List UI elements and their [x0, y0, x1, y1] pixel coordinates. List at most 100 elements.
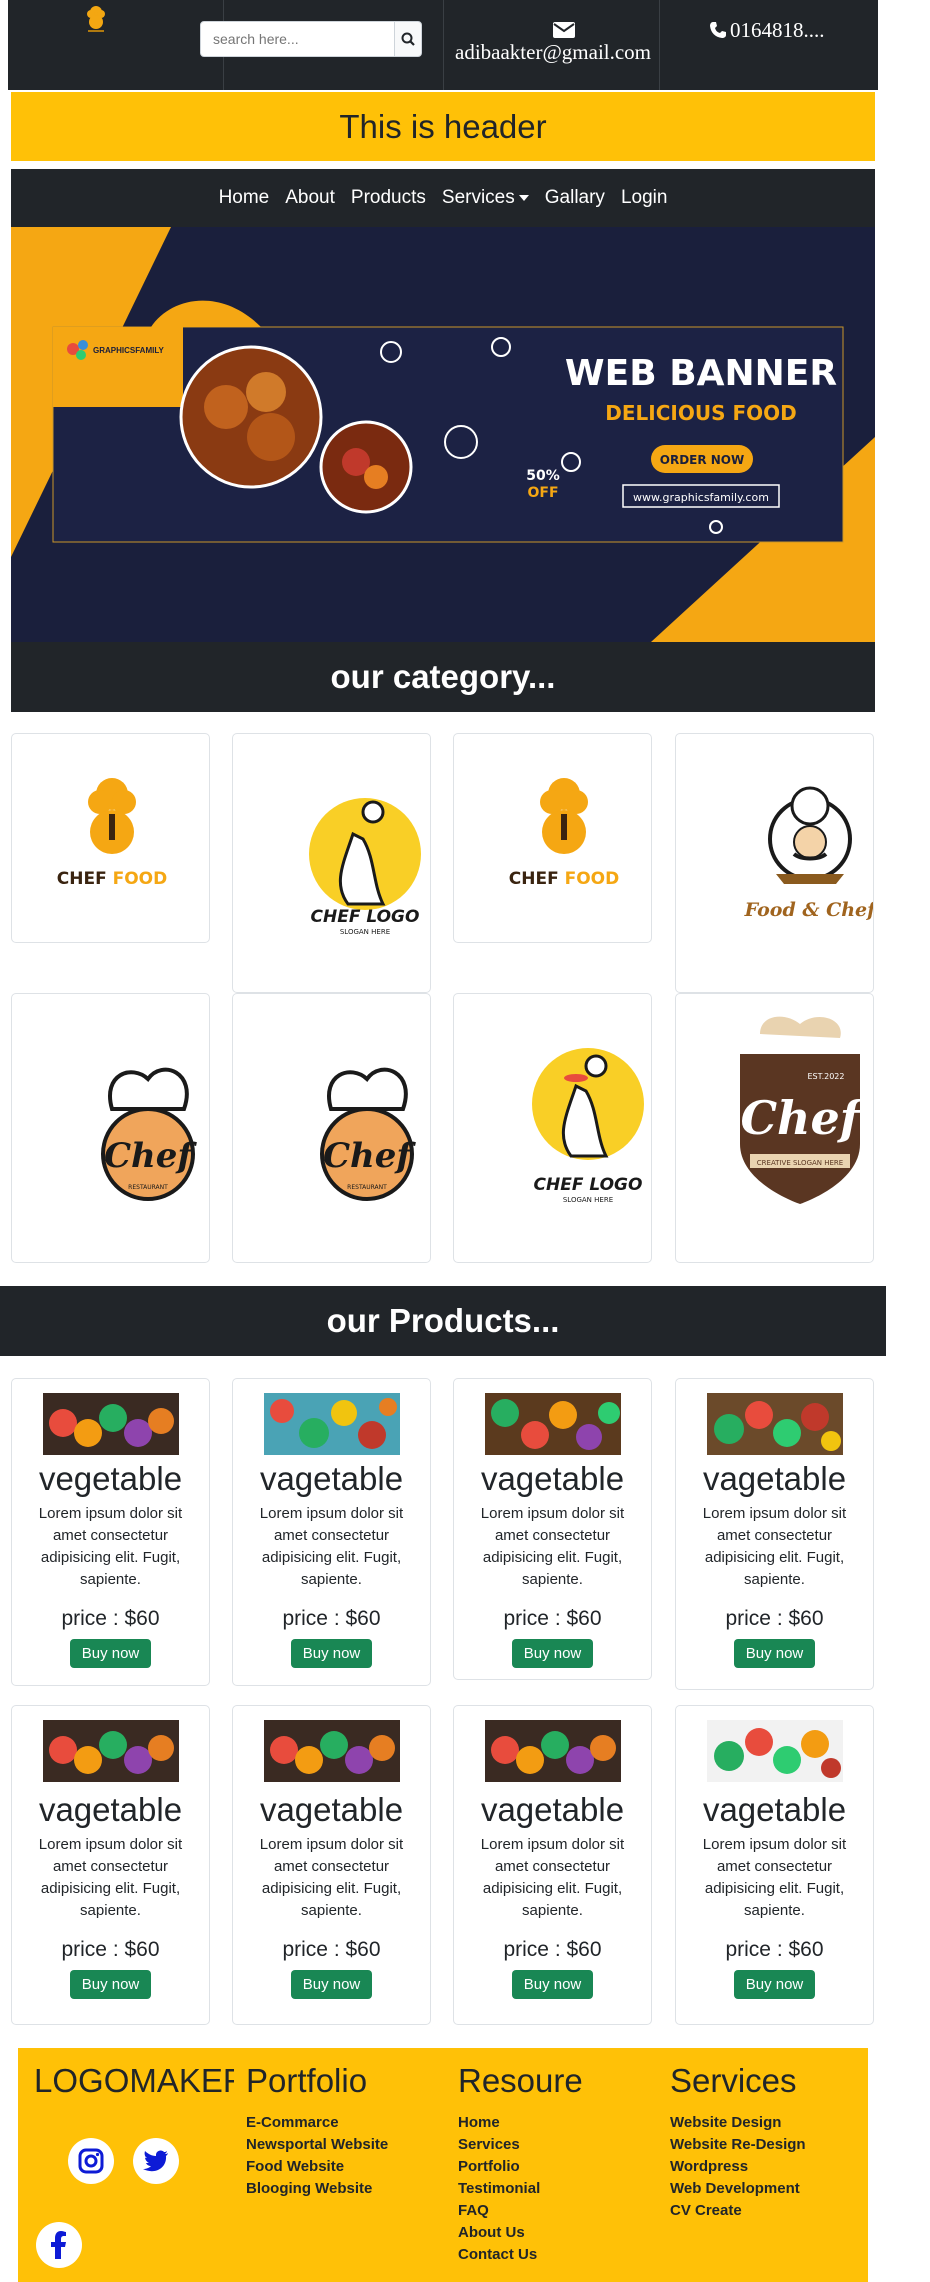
search-input[interactable] [200, 21, 396, 57]
buy-now-button[interactable]: Buy now [733, 1970, 816, 1999]
phone-text[interactable]: 0164818.... [730, 18, 870, 48]
buy-now-button[interactable]: Buy now [733, 1639, 816, 1668]
product-description: Lorem ipsum dolor sit amet consectetur a… [259, 1505, 404, 1588]
nav-products[interactable]: Products [343, 187, 434, 209]
nav-home[interactable]: Home [211, 187, 278, 209]
chef-badge-logo: Chef EST.2022 CREATIVE SLOGAN HERE [740, 1016, 867, 1204]
footer-link[interactable]: CV Create [670, 2200, 806, 2222]
banner-url: www.graphicsfamily.com [633, 491, 769, 504]
nav-gallary[interactable]: Gallary [537, 187, 613, 209]
product-card: vagetable Lorem ipsum dolor sit amet con… [453, 1705, 652, 2025]
chef-logo-icon[interactable] [82, 4, 110, 34]
product-card: vegetable Lorem ipsum dolor sit amet con… [11, 1378, 210, 1686]
product-description: Lorem ipsum dolor sit amet consectetur a… [480, 1505, 625, 1588]
category-logo-text: CHEF LOGO [534, 1175, 643, 1195]
product-card: vagetable Lorem ipsum dolor sit amet con… [453, 1378, 652, 1680]
category-logo-subtext: EST.2022 [808, 1072, 845, 1081]
product-description: Lorem ipsum dolor sit amet consectetur a… [259, 1836, 404, 1919]
envelope-icon [553, 22, 575, 38]
buy-now-button[interactable]: Buy now [69, 1970, 152, 1999]
email-text[interactable]: adibaakter@gmail.com [455, 40, 665, 70]
footer-link[interactable]: Home [458, 2112, 540, 2134]
category-logo-text: Chef [740, 1091, 866, 1145]
footer-brand: LOGOMAKER [34, 2062, 234, 2099]
nav-services-dropdown[interactable]: Services [434, 187, 537, 209]
footer-link[interactable]: Website Design [670, 2112, 806, 2134]
search-icon [401, 32, 415, 46]
footer-heading-services: Services [670, 2062, 797, 2099]
category-logo-text: Chef [104, 1136, 197, 1176]
footer-link[interactable]: Portfolio [458, 2156, 540, 2178]
category-logo-slogan: RESTAURANT [347, 1184, 387, 1191]
product-price: price : $60 [61, 1938, 160, 1961]
product-card: vagetable Lorem ipsum dolor sit amet con… [11, 1705, 210, 2025]
footer-list-resource: Home Services Portfolio Testimonial FAQ … [458, 2112, 540, 2266]
category-card[interactable]: Chef RESTAURANT [11, 993, 210, 1263]
category-section-title: our category... [11, 642, 875, 712]
category-logo-text: Chef [323, 1136, 416, 1176]
nav-about[interactable]: About [277, 187, 343, 209]
main-nav: Home About Products Services Gallary Log… [11, 169, 875, 227]
product-price: price : $60 [282, 1938, 381, 1961]
product-description: Lorem ipsum dolor sit amet consectetur a… [702, 1505, 847, 1588]
footer-link[interactable]: Web Development [670, 2178, 806, 2200]
instagram-icon [78, 2148, 104, 2174]
category-logo-text: Food & Chef [744, 899, 874, 921]
footer-link[interactable]: Newsportal Website [246, 2134, 388, 2156]
twitter-icon [143, 2150, 168, 2172]
product-image [706, 1393, 843, 1455]
buy-now-button[interactable]: Buy now [290, 1639, 373, 1668]
instagram-link[interactable] [68, 2138, 114, 2184]
product-image [263, 1720, 400, 1782]
footer-link[interactable]: Website Re-Design [670, 2134, 806, 2156]
banner-discount-pct: 50% [526, 468, 560, 484]
footer-link[interactable]: E-Commarce [246, 2112, 388, 2134]
category-title-text: our category... [330, 658, 556, 695]
chef-logo-yellow: CHEF LOGO SLOGAN HERE [532, 1048, 644, 1204]
chef-restaurant-logo: Chef RESTAURANT [101, 1067, 197, 1201]
footer-link[interactable]: Services [458, 2134, 540, 2156]
twitter-link[interactable] [133, 2138, 179, 2184]
category-card[interactable]: Food & Chef [675, 733, 874, 993]
search-button[interactable] [394, 21, 422, 57]
product-card: vagetable Lorem ipsum dolor sit amet con… [232, 1705, 431, 2025]
banner-subhead: DELICIOUS FOOD [605, 401, 796, 425]
footer-link[interactable]: Contact Us [458, 2244, 540, 2266]
product-name: vagetable [259, 1460, 404, 1497]
footer-link[interactable]: About Us [458, 2222, 540, 2244]
footer-list-services: Website Design Website Re-Design Wordpre… [670, 2112, 806, 2222]
category-card[interactable]: CHEF LOGO SLOGAN HERE [453, 993, 652, 1263]
footer-link[interactable]: Blooging Website [246, 2178, 388, 2200]
category-card[interactable]: CHEF FOOD [453, 733, 652, 943]
footer-link[interactable]: Food Website [246, 2156, 388, 2178]
buy-now-button[interactable]: Buy now [290, 1970, 373, 1999]
category-card[interactable]: Chef EST.2022 CREATIVE SLOGAN HERE [675, 993, 874, 1263]
product-image [484, 1393, 621, 1455]
facebook-link[interactable] [36, 2222, 82, 2268]
food-and-chef-logo: Food & Chef [744, 786, 874, 921]
product-card: vagetable Lorem ipsum dolor sit amet con… [675, 1378, 874, 1690]
chef-food-logo: CHEF FOOD [509, 778, 619, 889]
footer-list-portfolio: E-Commarce Newsportal Website Food Websi… [246, 2112, 388, 2200]
chevron-down-icon [518, 195, 529, 201]
nav-login[interactable]: Login [613, 187, 676, 209]
footer-link[interactable]: FAQ [458, 2200, 540, 2222]
category-card[interactable]: Chef RESTAURANT [232, 993, 431, 1263]
facebook-icon [51, 2231, 66, 2259]
category-card[interactable]: CHEF FOOD [11, 733, 210, 943]
header-title: This is header [339, 107, 547, 145]
product-name: vagetable [259, 1791, 404, 1828]
buy-now-button[interactable]: Buy now [69, 1639, 152, 1668]
category-logo-slogan: SLOGAN HERE [340, 928, 390, 936]
product-description: Lorem ipsum dolor sit amet consectetur a… [480, 1836, 625, 1919]
buy-now-button[interactable]: Buy now [511, 1970, 594, 1999]
product-name: vagetable [480, 1791, 625, 1828]
buy-now-button[interactable]: Buy now [511, 1639, 594, 1668]
banner-cta: ORDER NOW [660, 453, 745, 467]
category-card[interactable]: CHEF LOGO SLOGAN HERE [232, 733, 431, 993]
footer-link[interactable]: Testimonial [458, 2178, 540, 2200]
footer-link[interactable]: Wordpress [670, 2156, 806, 2178]
category-logo-slogan: RESTAURANT [128, 1184, 168, 1191]
product-image [484, 1720, 621, 1782]
chef-restaurant-logo: Chef RESTAURANT [320, 1067, 416, 1201]
